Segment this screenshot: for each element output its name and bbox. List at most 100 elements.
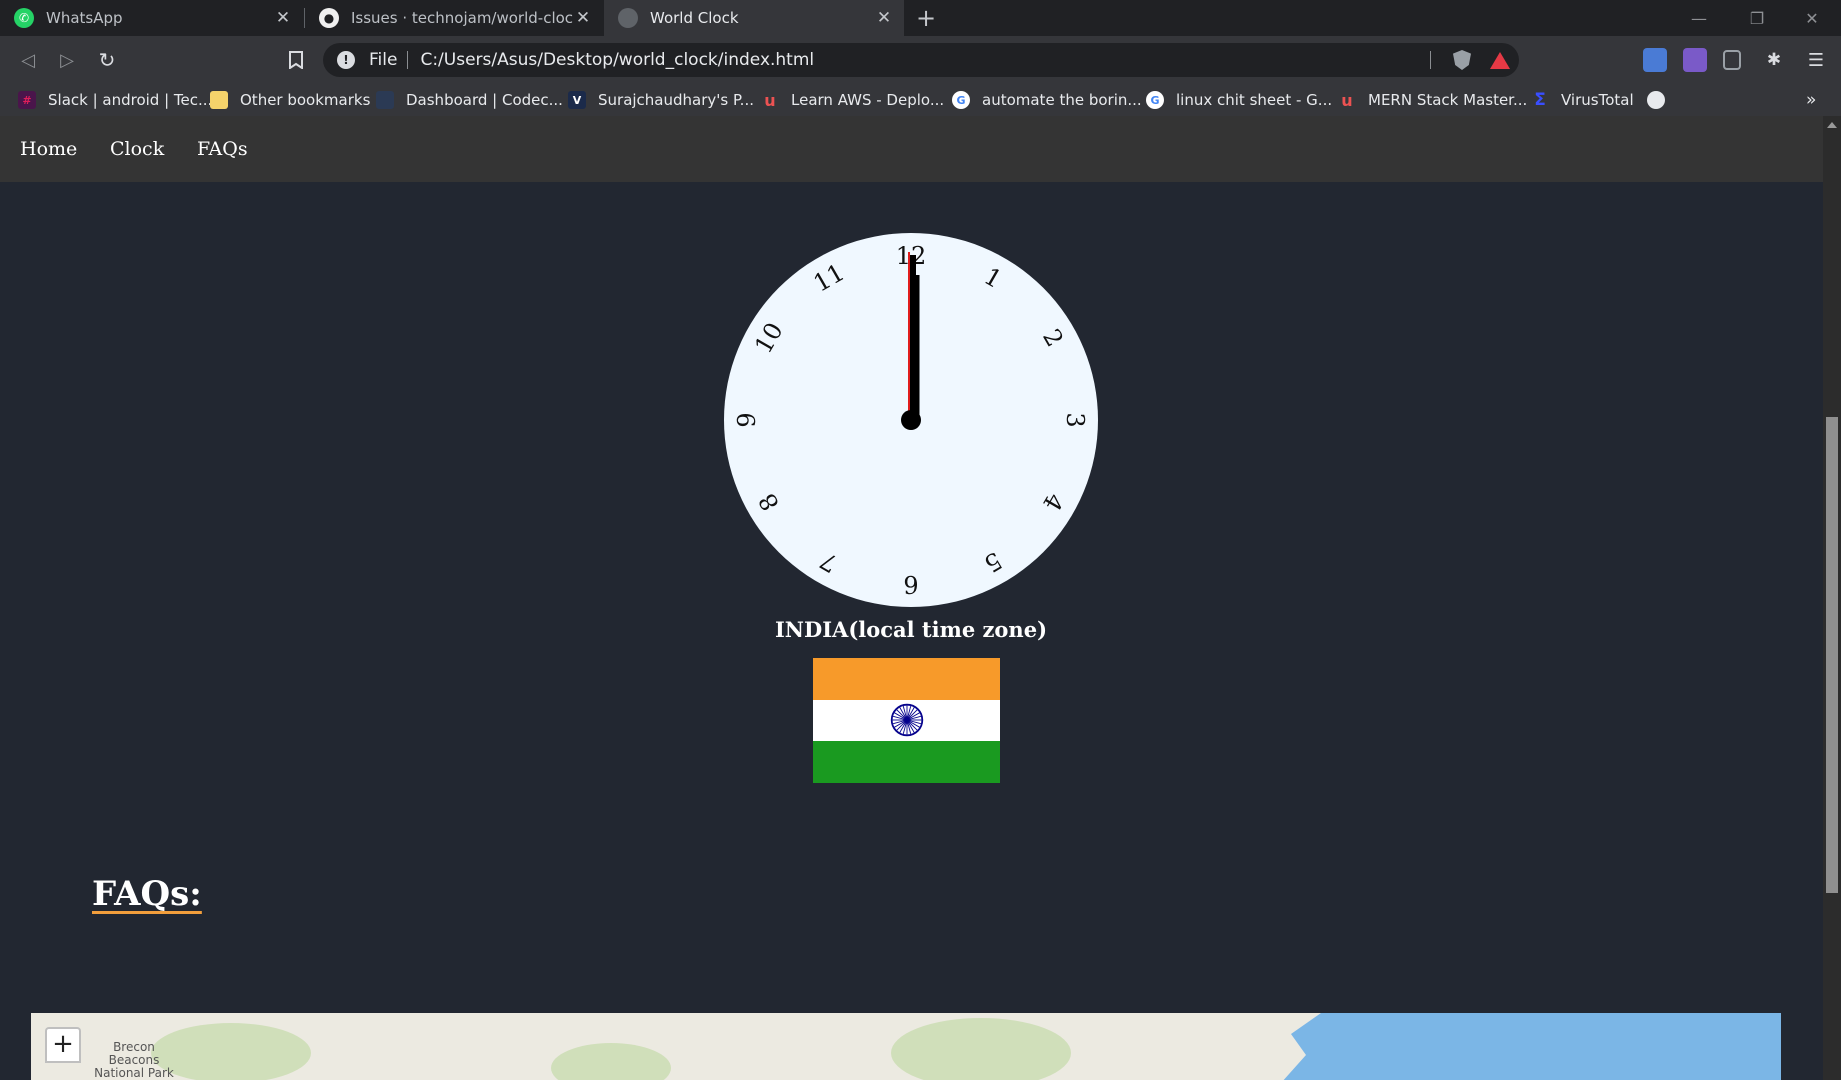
close-tab-icon[interactable]: ✕	[273, 8, 293, 28]
close-window-button[interactable]: ✕	[1783, 0, 1841, 36]
bookmark-automate[interactable]: G automate the borin...	[952, 88, 1142, 112]
bookmark-slack[interactable]: # Slack | android | Tec...	[18, 88, 212, 112]
url-divider	[407, 51, 409, 69]
restore-button[interactable]: ❐	[1728, 0, 1786, 36]
udemy-icon: u	[1341, 90, 1353, 110]
tab-strip: ✆ WhatsApp ✕ ● Issues · technojam/world-…	[0, 0, 1841, 36]
virustotal-icon: Σ	[1534, 90, 1546, 110]
timezone-label: INDIA(local time zone)	[774, 617, 1047, 642]
github-icon: ●	[319, 8, 339, 28]
map-zoom-in-button[interactable]: +	[45, 1027, 81, 1063]
clock-center-pin	[901, 410, 921, 430]
menu-icon[interactable]: ☰	[1802, 46, 1830, 74]
flag-saffron-band	[813, 658, 1000, 700]
clock-numeral: 1	[979, 262, 1007, 294]
bookmark-mern[interactable]: u MERN Stack Master...	[1338, 88, 1527, 112]
bookmark-globe[interactable]	[1647, 88, 1677, 112]
close-tab-icon[interactable]: ✕	[874, 8, 894, 28]
back-button[interactable]: ◁	[14, 46, 42, 74]
scroll-up-icon[interactable]	[1827, 122, 1837, 128]
bookmarks-bar: # Slack | android | Tec... Other bookmar…	[0, 84, 1841, 116]
reload-button[interactable]: ↻	[93, 46, 121, 74]
clock-numeral: 6	[903, 570, 919, 598]
bookmark-label: Other bookmarks	[240, 91, 371, 109]
folder-icon	[210, 91, 228, 109]
bookmark-label: VirusTotal	[1561, 91, 1634, 109]
clock-numeral: 10	[749, 317, 789, 359]
google-icon: G	[1146, 91, 1164, 109]
bookmark-label: Learn AWS - Deplo...	[791, 91, 945, 109]
ashoka-chakra-icon	[890, 703, 924, 737]
map-forest-area	[891, 1018, 1071, 1080]
clock-numeral: 3	[1061, 412, 1089, 428]
bookmark-label: automate the borin...	[982, 91, 1142, 109]
bookmark-label: linux chit sheet - G...	[1176, 91, 1333, 109]
bookmark-portfolio[interactable]: V Surajchaudhary's P...	[568, 88, 754, 112]
bookmark-page-button[interactable]	[282, 46, 310, 74]
bookmark-label: Slack | android | Tec...	[48, 91, 213, 109]
google-icon: G	[952, 91, 970, 109]
url-text[interactable]: C:/Users/Asus/Desktop/world_clock/index.…	[420, 50, 814, 70]
bookmark-icon	[289, 51, 303, 69]
omnibox-divider	[1430, 51, 1431, 69]
minimize-button[interactable]: —	[1670, 0, 1728, 36]
faq-heading: FAQs:	[92, 874, 202, 914]
clipboard-extension-icon[interactable]	[1723, 50, 1741, 70]
tab-world-clock[interactable]: World Clock ✕	[604, 0, 904, 36]
site-info-icon[interactable]: !	[337, 51, 355, 69]
bookmark-label: Dashboard | Codec...	[406, 91, 563, 109]
close-tab-icon[interactable]: ✕	[573, 8, 593, 28]
tab-whatsapp[interactable]: ✆ WhatsApp ✕	[0, 0, 303, 36]
map-widget[interactable]: + Brecon Beacons National Park	[31, 1013, 1781, 1080]
flag-green-band	[813, 741, 1000, 783]
clock-numeral: 7	[815, 546, 843, 578]
extension-icon[interactable]	[1683, 48, 1707, 72]
nav-faqs-link[interactable]: FAQs	[197, 116, 248, 182]
tab-github-issues[interactable]: ● Issues · technojam/world-clock ✕	[305, 0, 603, 36]
brave-rewards-icon[interactable]	[1490, 51, 1510, 69]
bookmark-linux-cheatsheet[interactable]: G linux chit sheet - G...	[1146, 88, 1332, 112]
map-place-label: Brecon Beacons National Park	[94, 1040, 174, 1080]
minute-hand	[910, 255, 916, 420]
url-scheme: File	[369, 50, 398, 70]
globe-icon	[1647, 91, 1665, 109]
clock-numeral: 11	[808, 258, 850, 298]
forward-button[interactable]: ▷	[53, 46, 81, 74]
clock-numeral: 9	[733, 412, 761, 428]
page-scrollbar[interactable]	[1823, 116, 1841, 1080]
clock-numeral: 5	[979, 546, 1007, 578]
bookmark-codecademy[interactable]: Dashboard | Codec...	[376, 88, 563, 112]
nav-home-link[interactable]: Home	[20, 116, 77, 182]
bookmark-label: Surajchaudhary's P...	[598, 91, 754, 109]
site-navbar: Home Clock FAQs	[0, 116, 1823, 182]
bookmark-learn-aws[interactable]: u Learn AWS - Deplo...	[761, 88, 944, 112]
bookmark-other[interactable]: Other bookmarks	[210, 88, 370, 112]
address-bar[interactable]: ! File C:/Users/Asus/Desktop/world_clock…	[323, 43, 1519, 77]
analog-clock-face: 121234567891011	[724, 233, 1098, 607]
new-tab-button[interactable]: +	[912, 4, 940, 32]
browser-toolbar: ◁ ▷ ↻ ! File C:/Users/Asus/Desktop/world…	[0, 36, 1841, 84]
page-viewport: Home Clock FAQs 121234567891011 INDIA(lo…	[0, 116, 1823, 1080]
slack-icon: #	[18, 91, 36, 109]
clock-numeral: 8	[753, 488, 785, 516]
tab-title: Issues · technojam/world-clock	[351, 9, 573, 27]
clock-numeral: 4	[1037, 488, 1069, 516]
bookmarks-overflow-button[interactable]: »	[1806, 88, 1816, 112]
v-icon: V	[568, 91, 586, 109]
map-forest-area	[551, 1043, 671, 1080]
codecademy-icon	[376, 91, 394, 109]
extensions-puzzle-icon[interactable]: ✱	[1760, 46, 1788, 74]
clock-numeral: 2	[1037, 324, 1069, 352]
bookmark-label: MERN Stack Master...	[1368, 91, 1528, 109]
second-hand	[908, 252, 910, 420]
tab-title: WhatsApp	[46, 9, 123, 27]
india-flag	[813, 658, 1000, 783]
scroll-thumb[interactable]	[1826, 417, 1838, 893]
translate-extension-icon[interactable]	[1643, 48, 1667, 72]
map-sea	[1281, 1013, 1781, 1080]
brave-shields-icon[interactable]	[1453, 50, 1471, 70]
tab-title: World Clock	[650, 9, 739, 27]
bookmark-virustotal[interactable]: Σ VirusTotal	[1531, 88, 1634, 112]
globe-icon	[618, 8, 638, 28]
nav-clock-link[interactable]: Clock	[110, 116, 164, 182]
